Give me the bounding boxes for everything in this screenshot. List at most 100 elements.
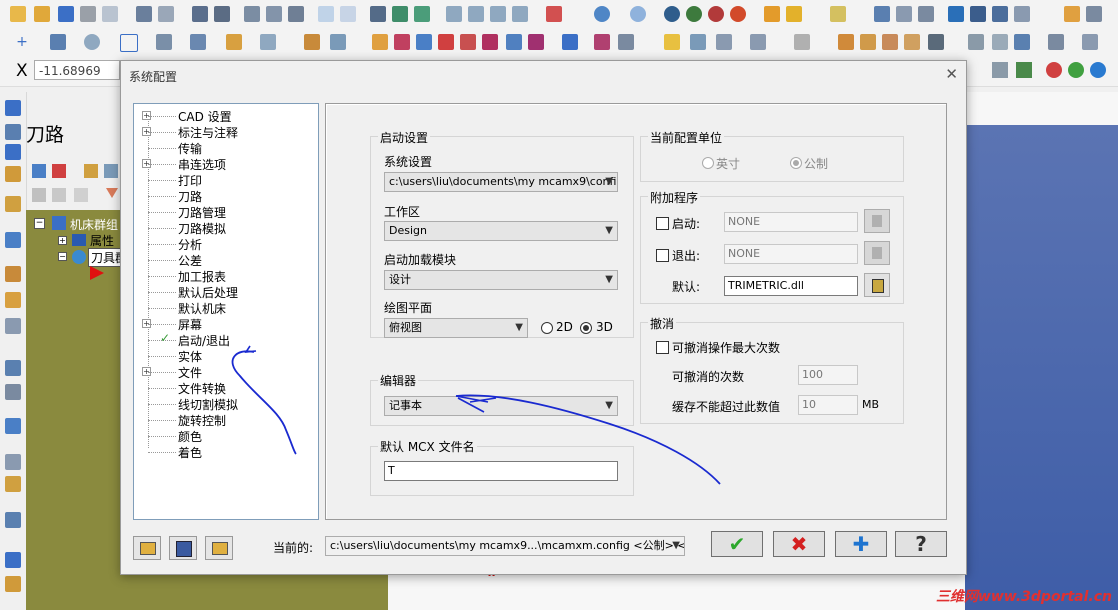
tree-item-14[interactable]: ✓ 启动/退出 <box>134 331 318 348</box>
tree-item-1[interactable]: + 标注与注释 <box>134 124 318 140</box>
cache-limit-input[interactable]: 10 <box>798 395 858 415</box>
rotate-transform-icon[interactable] <box>438 34 454 50</box>
vtool-1-icon[interactable] <box>5 100 21 116</box>
spline-icon[interactable] <box>190 34 206 50</box>
down-arrow-icon[interactable] <box>106 188 118 198</box>
project-icon[interactable] <box>528 34 544 50</box>
properties-label[interactable]: 属性 <box>90 232 114 249</box>
solid-icon[interactable] <box>1014 34 1030 50</box>
pan-icon[interactable] <box>414 6 430 22</box>
save-config-button[interactable] <box>169 536 197 560</box>
tree-item-16[interactable]: + 文件 <box>134 364 318 380</box>
select-all-ops-icon[interactable] <box>32 164 46 178</box>
shaded-edges-icon[interactable] <box>708 6 724 22</box>
level-icon[interactable] <box>618 34 634 50</box>
close-icon[interactable]: ✕ <box>945 65 958 83</box>
sphere-icon[interactable] <box>630 6 646 22</box>
arc-icon[interactable] <box>156 34 172 50</box>
dynamic-rotate-icon[interactable] <box>392 6 408 22</box>
insert-arrow-icon[interactable] <box>90 266 104 280</box>
vtool-8-icon[interactable] <box>5 292 21 308</box>
view-cube-icon[interactable] <box>546 6 562 22</box>
measure-icon[interactable] <box>896 6 912 22</box>
vertical-dimension-icon[interactable] <box>750 34 766 50</box>
settings-icon[interactable] <box>948 6 964 22</box>
radio-3d[interactable] <box>580 322 592 334</box>
tree-item-7[interactable]: 刀路模拟 <box>134 220 318 236</box>
tree-item-10[interactable]: 加工报表 <box>134 268 318 284</box>
max-undo-checkbox[interactable] <box>656 341 669 354</box>
editor-combo[interactable]: 记事本 ▼ <box>384 396 618 416</box>
wireframe-shade-icon[interactable] <box>664 6 680 22</box>
coord-x-input[interactable]: -11.68969 <box>34 60 120 80</box>
zoom-window-icon[interactable] <box>244 6 260 22</box>
machine-icon[interactable] <box>1048 34 1064 50</box>
expand-machine-group[interactable]: − <box>34 218 45 229</box>
merge-config-button[interactable] <box>205 536 233 560</box>
shaded-icon[interactable] <box>686 6 702 22</box>
vtool-5-icon[interactable] <box>5 196 21 212</box>
current-config-combo[interactable]: c:\users\liu\documents\my mcamx9...\mcam… <box>325 536 685 556</box>
radio-2d[interactable] <box>541 322 553 334</box>
view-top-icon[interactable] <box>446 6 462 22</box>
default-mcx-input[interactable]: T <box>384 461 618 481</box>
vtool-6-icon[interactable] <box>5 232 21 248</box>
wave-icon[interactable] <box>52 188 66 202</box>
plus-point-icon[interactable]: + <box>14 34 30 50</box>
tree-item-19[interactable]: 旋转控制 <box>134 412 318 428</box>
tree-item-12[interactable]: 默认机床 <box>134 300 318 316</box>
module-combo[interactable]: 设计 ▼ <box>384 270 618 290</box>
trim-icon[interactable] <box>304 34 320 50</box>
repaint-icon[interactable] <box>214 6 230 22</box>
pencil-icon[interactable] <box>764 6 780 22</box>
tree-item-5[interactable]: 刀路 <box>134 188 318 204</box>
window-icon[interactable] <box>1014 6 1030 22</box>
rectangle-icon[interactable] <box>120 34 138 52</box>
scale-icon[interactable] <box>460 34 476 50</box>
transform-icon[interactable] <box>372 34 388 50</box>
zoom-target-icon[interactable] <box>266 6 282 22</box>
break-icon[interactable] <box>330 34 346 50</box>
toolpath-pocket-icon[interactable] <box>860 34 876 50</box>
open-config-button[interactable] <box>133 536 161 560</box>
tree-item-3[interactable]: + 串连选项 <box>134 156 318 172</box>
addin-start-browse-button[interactable] <box>864 209 890 233</box>
addin-start-input[interactable]: NONE <box>724 212 858 232</box>
expand-properties[interactable]: + <box>58 236 67 245</box>
light-icon[interactable] <box>664 34 680 50</box>
regen-ops-icon[interactable] <box>84 164 98 178</box>
addin-default-input[interactable]: TRIMETRIC.dll <box>724 276 858 296</box>
globe-icon[interactable] <box>594 6 610 22</box>
view-iso-icon[interactable] <box>512 6 528 22</box>
open-file-icon[interactable] <box>34 6 50 22</box>
cancel-button[interactable]: ✖ <box>773 531 825 557</box>
toolpath-face-icon[interactable] <box>904 34 920 50</box>
circle-icon[interactable] <box>84 34 100 50</box>
radio-metric[interactable] <box>790 157 802 169</box>
dimension-icon[interactable] <box>918 6 934 22</box>
tree-item-4[interactable]: 打印 <box>134 172 318 188</box>
toolpath-drill-icon[interactable] <box>882 34 898 50</box>
help-circle-icon[interactable] <box>1090 62 1106 78</box>
print-preview-icon[interactable] <box>102 6 118 22</box>
hatch-icon[interactable] <box>794 34 810 50</box>
zoom-out-icon[interactable] <box>340 6 356 22</box>
mirror-icon[interactable] <box>416 34 432 50</box>
ghost-icon[interactable] <box>74 188 88 202</box>
run-icon[interactable] <box>970 6 986 22</box>
verify-icon[interactable] <box>1016 62 1032 78</box>
sum-icon[interactable] <box>992 6 1008 22</box>
toolpath-contour-icon[interactable] <box>838 34 854 50</box>
select-icon[interactable] <box>830 6 846 22</box>
stock-icon[interactable] <box>1082 34 1098 50</box>
toolpath-engrave-icon[interactable] <box>928 34 944 50</box>
deselect-ops-icon[interactable] <box>52 164 66 178</box>
backplot-icon[interactable] <box>104 164 118 178</box>
surface-rough-icon[interactable] <box>968 34 984 50</box>
undo-icon[interactable] <box>136 6 152 22</box>
tree-item-17[interactable]: 文件转换 <box>134 380 318 396</box>
system-config-combo[interactable]: c:\users\liu\documents\my mcamx9\config\… <box>384 172 618 192</box>
vtool-15-icon[interactable] <box>5 512 21 528</box>
vtool-3-icon[interactable] <box>5 144 21 160</box>
vtool-2-icon[interactable] <box>5 124 21 140</box>
